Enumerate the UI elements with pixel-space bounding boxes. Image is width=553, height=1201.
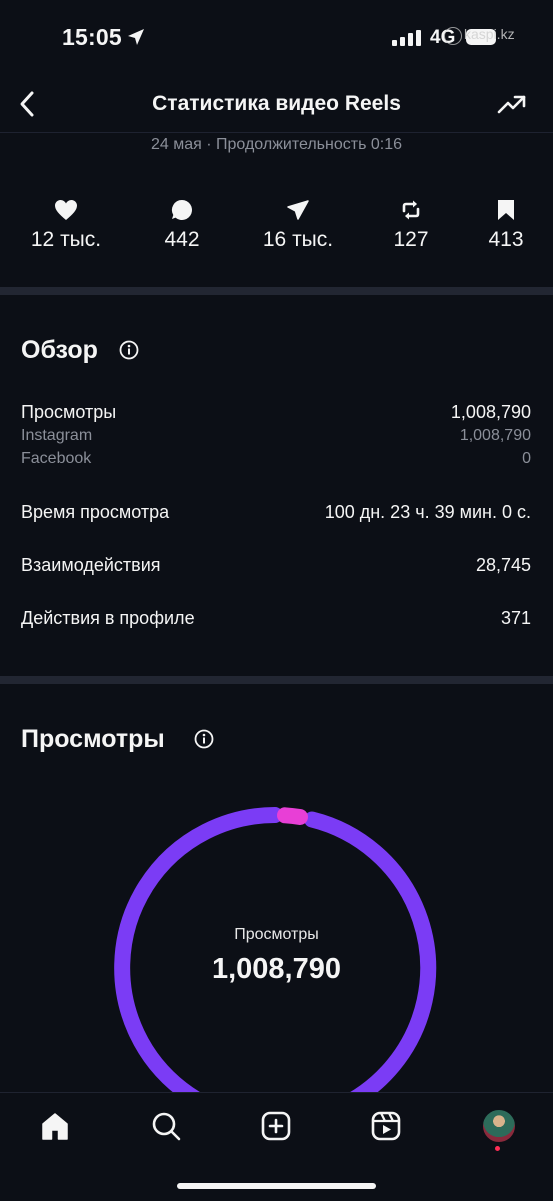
repost-icon [402, 200, 420, 220]
status-time: 15:05 [62, 24, 122, 50]
header-divider [0, 132, 553, 133]
nav-reels-button[interactable] [366, 1106, 406, 1146]
overview-title: Обзор [21, 336, 98, 364]
comments-stat: 442 [127, 196, 237, 252]
bookmark-icon [498, 200, 514, 220]
reels-icon [371, 1111, 401, 1141]
watermark-text: kaspi.kz [464, 26, 515, 42]
reposts-stat: 127 [356, 196, 466, 252]
signal-icon [392, 30, 421, 46]
shares-stat: 16 тыс. [243, 196, 353, 252]
video-meta: 24 мая · Продолжительность 0:16 [151, 136, 402, 153]
views-donut-chart [114, 807, 437, 1100]
page-title: Статистика видео Reels [152, 92, 401, 115]
location-arrow-icon [128, 29, 144, 45]
heart-icon [55, 200, 77, 220]
comments-count: 442 [164, 228, 200, 251]
instagram-label: Instagram [21, 427, 93, 444]
watch-time-label: Время просмотра [21, 502, 170, 522]
watermark-logo-icon [444, 27, 462, 45]
nav-profile-avatar[interactable] [481, 1108, 517, 1144]
info-icon[interactable] [194, 729, 214, 749]
saves-count: 413 [488, 228, 524, 251]
home-indicator [177, 1183, 376, 1189]
nav-home-button[interactable] [35, 1106, 75, 1146]
notification-dot [495, 1146, 500, 1151]
reposts-count: 127 [393, 228, 429, 251]
instagram-value: 1,008,790 [459, 427, 531, 444]
saves-stat: 413 [451, 196, 553, 252]
nav-create-button[interactable] [256, 1106, 296, 1146]
views-label: Просмотры [21, 402, 117, 422]
interactions-value: 28,745 [475, 555, 531, 575]
info-icon[interactable] [119, 340, 139, 360]
facebook-label: Facebook [21, 450, 92, 467]
shares-count: 16 тыс. [262, 228, 334, 251]
likes-stat: 12 тыс. [11, 196, 121, 252]
home-icon [42, 1113, 68, 1140]
section-divider [0, 287, 553, 295]
search-icon [152, 1112, 181, 1141]
comment-icon [171, 199, 192, 220]
trending-up-icon [497, 95, 526, 114]
profile-actions-label: Действия в профиле [21, 608, 195, 628]
likes-count: 12 тыс. [30, 228, 102, 251]
donut-accent-segment [277, 807, 308, 825]
interactions-label: Взаимодействия [21, 555, 161, 575]
facebook-value: 0 [522, 450, 531, 467]
views-section-title: Просмотры [21, 725, 165, 753]
views-value: 1,008,790 [450, 402, 531, 422]
nav-search-button[interactable] [146, 1106, 186, 1146]
create-icon [261, 1111, 291, 1141]
section-divider [0, 676, 553, 684]
watch-time-value: 100 дн. 23 ч. 39 мин. 0 с. [324, 502, 531, 522]
profile-actions-value: 371 [500, 608, 531, 628]
share-icon [287, 200, 309, 220]
donut-center-label: Просмотры [234, 926, 319, 943]
donut-center-value: 1,008,790 [211, 953, 341, 985]
trends-button[interactable] [494, 86, 530, 122]
